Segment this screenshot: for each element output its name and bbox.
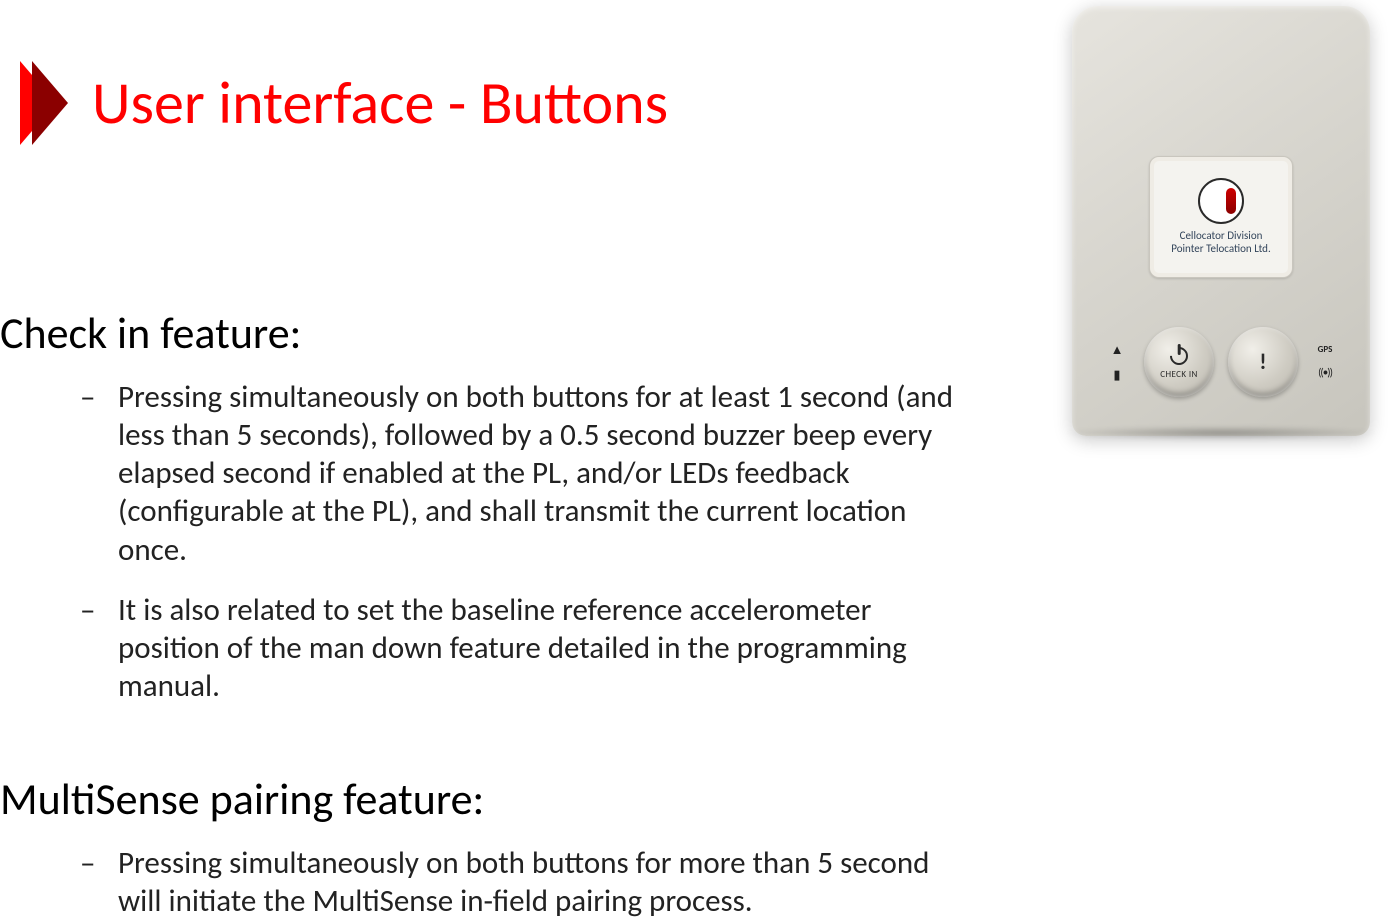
section-heading: Check in feature: xyxy=(0,306,970,360)
checkin-button-label: CHECK IN xyxy=(1160,369,1197,380)
device-sticker: Cellocator Division Pointer Telocation L… xyxy=(1149,156,1293,278)
battery-icon: ▮ xyxy=(1113,368,1120,383)
signal-icon xyxy=(1318,365,1332,380)
device-shell: Cellocator Division Pointer Telocation L… xyxy=(1072,6,1370,436)
section-multisense: MultiSense pairing feature: Pressing sim… xyxy=(0,727,1010,920)
list-item: Pressing simultaneously on both buttons … xyxy=(80,844,970,920)
page-title: User interface - Buttons xyxy=(92,67,668,140)
exclamation-icon: ! xyxy=(1250,349,1276,375)
list-item: Pressing simultaneously on both buttons … xyxy=(80,378,970,569)
device-shadow xyxy=(1062,426,1380,440)
device-photo: Cellocator Division Pointer Telocation L… xyxy=(1072,6,1370,436)
sticker-text: Cellocator Division Pointer Telocation L… xyxy=(1171,230,1270,255)
power-icon xyxy=(1168,345,1190,367)
device-button-row: ▲ ▮ CHECK IN ! GPS xyxy=(1072,312,1370,412)
section-checkin: Check in feature: Pressing simultaneousl… xyxy=(0,151,1010,705)
section-heading: MultiSense pairing feature: xyxy=(0,772,970,826)
gps-led-label: GPS xyxy=(1318,344,1333,355)
bullet-list: Pressing simultaneously on both buttons … xyxy=(0,844,970,920)
list-item: It is also related to set the baseline r… xyxy=(80,591,970,705)
cellocator-logo-icon xyxy=(1198,178,1244,224)
left-indicators: ▲ ▮ xyxy=(1104,342,1130,383)
bullet-list: Pressing simultaneously on both buttons … xyxy=(0,378,970,705)
checkin-button: CHECK IN xyxy=(1144,327,1214,397)
alert-button: ! xyxy=(1228,327,1298,397)
chevron-right-icon xyxy=(18,55,74,151)
right-indicators: GPS xyxy=(1312,344,1338,380)
antenna-icon: ▲ xyxy=(1111,342,1124,358)
sticker-line: Pointer Telocation Ltd. xyxy=(1171,243,1270,256)
